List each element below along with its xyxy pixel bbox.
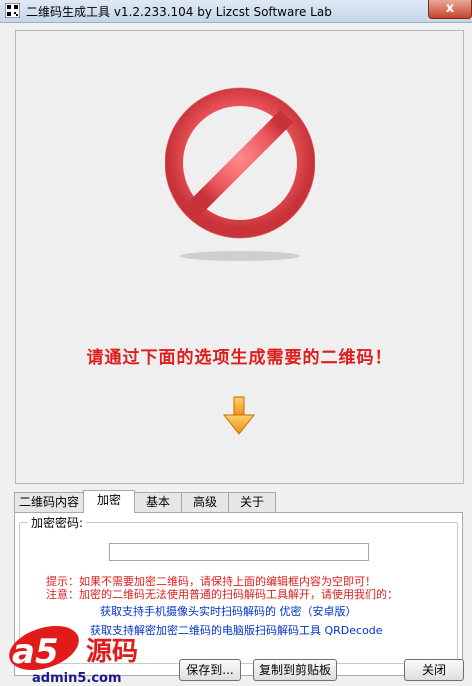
down-arrow-icon [222,396,256,435]
tab-encrypt[interactable]: 加密 [83,490,135,513]
tab-qr-content[interactable]: 二维码内容 [14,492,84,512]
watermark-url: admin5.com [32,671,122,686]
title-bar: 二维码生成工具 v1.2.233.104 by Lizcst Software … [0,0,472,23]
svg-text:a5: a5 [12,632,59,672]
tab-about[interactable]: 关于 [228,492,276,512]
tab-advanced[interactable]: 高级 [181,492,229,512]
app-window: 二维码生成工具 v1.2.233.104 by Lizcst Software … [0,0,472,686]
encrypt-password-input[interactable] [109,543,369,561]
window-title: 二维码生成工具 v1.2.233.104 by Lizcst Software … [26,5,332,19]
close-button[interactable]: 关闭 [404,659,464,681]
note-text: 注意：加密的二维码无法使用普通的扫码解码工具解开，请使用我们的： [46,588,398,601]
mobile-app-link[interactable]: 获取支持手机摄像头实时扫码解码的 优密（安卓版） [100,603,357,619]
window-close-button[interactable]: x [428,0,472,19]
svg-text:源码: 源码 [86,637,138,667]
tab-basic[interactable]: 基本 [134,492,182,512]
group-label: 加密密码: [28,514,87,531]
qr-preview-area: 请通过下面的选项生成需要的二维码！ [15,30,464,484]
instruction-text: 请通过下面的选项生成需要的二维码！ [86,348,393,368]
save-button[interactable]: 保存到... [179,659,241,681]
a5-watermark-logo: a5 源码 admin5.com [9,625,138,686]
copy-to-clipboard-button[interactable]: 复制到剪贴板 [253,659,337,681]
prohibited-sign-icon [165,87,315,261]
qr-app-icon [5,3,20,18]
